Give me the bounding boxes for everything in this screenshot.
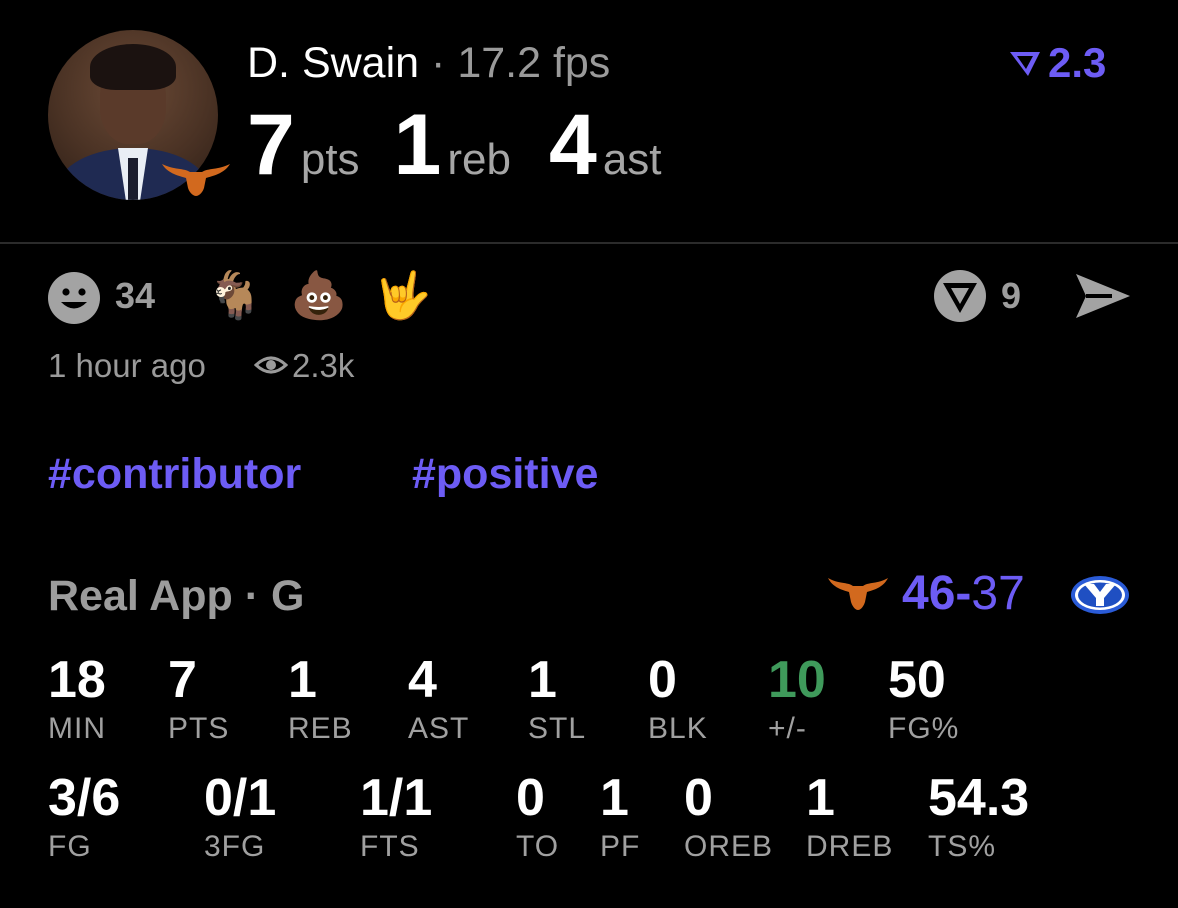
headline-pts-value: 7 — [247, 97, 295, 193]
stat-label: TS% — [928, 830, 997, 863]
stat-to: 0 TO — [516, 770, 559, 864]
stat-value: 1 — [288, 651, 317, 709]
stat-value: 3/6 — [48, 769, 121, 827]
goat-reaction[interactable]: 🐐 — [206, 268, 263, 322]
game-score[interactable]: 46-37 — [902, 566, 1025, 622]
stat-stl: 1 STL — [528, 652, 586, 746]
stat-pf: 1 PF — [600, 770, 640, 864]
stat-label: PF — [600, 830, 641, 863]
stat-label: STL — [528, 712, 587, 745]
headline-stats: 7 pts 1 reb 4 ast — [247, 100, 662, 190]
stat-value: 0 — [684, 769, 713, 827]
stat-reb: 1 REB — [288, 652, 353, 746]
stat-value: 1/1 — [360, 769, 433, 827]
game-info: Real App · G — [48, 570, 304, 622]
stat-min: 18 MIN — [48, 652, 106, 746]
stat-label: TO — [516, 830, 560, 863]
player-name[interactable]: D. Swain — [247, 39, 419, 87]
home-score: 46 — [902, 567, 956, 620]
stat-label: 3FG — [204, 830, 266, 863]
longhorn-logo — [828, 578, 888, 610]
tag-positive[interactable]: #positive — [412, 448, 598, 500]
headline-reb-label: reb — [447, 135, 511, 184]
stat-value: 10 — [768, 651, 826, 709]
headline-reb-value: 1 — [393, 97, 442, 193]
stat-value: 4 — [408, 651, 437, 709]
byu-logo — [1071, 576, 1129, 614]
stat-value: 7 — [168, 651, 197, 709]
stat-dreb: 1 DREB — [806, 770, 893, 864]
game-separator: · — [244, 572, 260, 620]
stat-label: +/- — [768, 712, 807, 745]
headline-ast-label: ast — [602, 135, 662, 184]
divider — [0, 242, 1178, 244]
smiley-icon[interactable] — [47, 271, 101, 325]
stat-label: OREB — [684, 830, 774, 863]
stat-value: 54.3 — [928, 769, 1030, 827]
stat-fts: 1/1 FTS — [360, 770, 432, 864]
stat-label: MIN — [48, 712, 106, 745]
headline-pts-label: pts — [300, 135, 360, 184]
stat-value: 1 — [600, 769, 629, 827]
away-score: 37 — [971, 567, 1025, 620]
stat-label: FG% — [888, 712, 960, 745]
stat-ast: 4 AST — [408, 652, 469, 746]
reaction-count: 34 — [115, 275, 156, 316]
stat-label: REB — [288, 712, 353, 745]
stat-fg: 3/6 FG — [48, 770, 120, 864]
stat-plus-minus: 10 +/- — [768, 652, 826, 746]
stat-label: FG — [48, 830, 92, 863]
stat-value: 1 — [528, 651, 557, 709]
rating-value: 2.3 — [1048, 39, 1107, 86]
stat-value: 1 — [806, 769, 835, 827]
rating-badge[interactable]: 2.3 — [1008, 39, 1107, 86]
post-time: 1 hour ago — [48, 347, 206, 384]
stat-3fg: 0/1 3FG — [204, 770, 276, 864]
poop-reaction[interactable]: 💩 — [290, 268, 347, 322]
stat-value: 0 — [648, 651, 677, 709]
stat-ts-pct: 54.3 TS% — [928, 770, 1029, 864]
stat-value: 0 — [516, 769, 545, 827]
comment-count: 9 — [1001, 275, 1022, 316]
stat-fg-pct: 50 FG% — [888, 652, 959, 746]
stat-label: PTS — [168, 712, 230, 745]
headline-ast-value: 4 — [548, 97, 597, 193]
player-position: G — [271, 572, 305, 620]
score-dash: - — [955, 567, 972, 620]
view-count: 2.3k — [292, 347, 355, 384]
stat-oreb: 0 OREB — [684, 770, 773, 864]
player-header-line: D. Swain · 17.2 fps — [247, 38, 610, 88]
fantasy-points: 17.2 fps — [457, 39, 611, 87]
send-icon[interactable] — [1072, 270, 1132, 322]
stat-pts: 7 PTS — [168, 652, 229, 746]
stat-blk: 0 BLK — [648, 652, 708, 746]
header-separator: · — [431, 39, 446, 87]
stat-value: 18 — [48, 651, 106, 709]
stat-value: 50 — [888, 651, 946, 709]
stat-label: DREB — [806, 830, 894, 863]
comment-icon[interactable] — [933, 269, 989, 323]
stat-label: BLK — [648, 712, 708, 745]
stat-value: 0/1 — [204, 769, 277, 827]
rating-icon — [1010, 52, 1040, 76]
stat-label: FTS — [360, 830, 420, 863]
love-you-hand-reaction[interactable]: 🤟 — [374, 268, 431, 322]
stat-label: AST — [408, 712, 470, 745]
tag-contributor[interactable]: #contributor — [48, 448, 301, 500]
eye-icon — [254, 356, 288, 374]
league-name: Real App — [48, 572, 233, 620]
longhorn-logo — [162, 164, 230, 196]
